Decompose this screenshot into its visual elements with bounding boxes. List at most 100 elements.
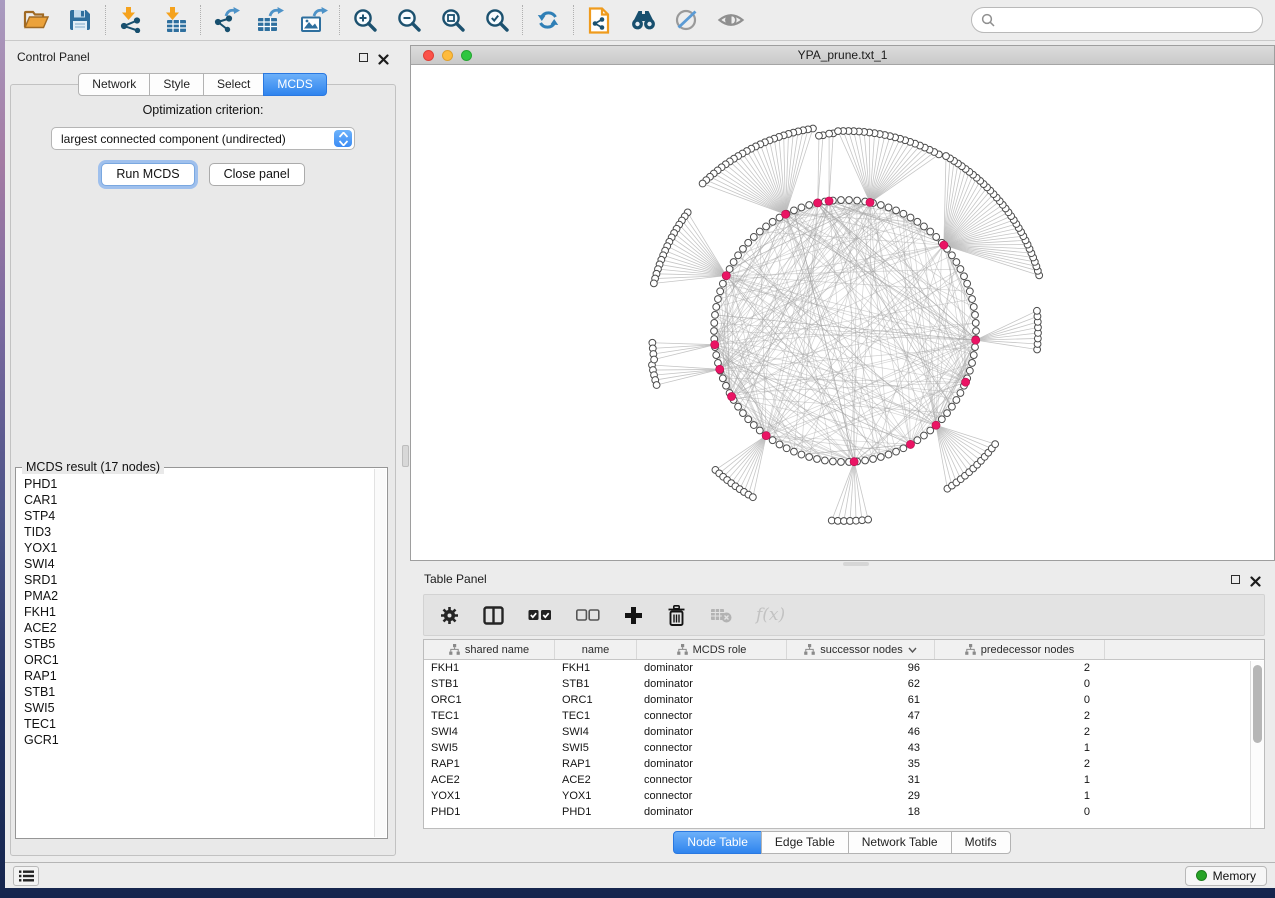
table-row[interactable]: PHD1PHD1dominator180 [424,804,1264,820]
table-cell[interactable]: PHD1 [555,804,637,820]
table-cell[interactable]: connector [637,740,787,756]
close-panel-icon[interactable] [1250,574,1261,585]
tab-node-table[interactable]: Node Table [673,831,762,854]
result-node[interactable]: CAR1 [24,492,373,508]
result-node[interactable]: STP4 [24,508,373,524]
table-settings-gear-icon[interactable] [440,606,459,625]
table-scrollbar[interactable] [1250,661,1264,828]
mcds-result-list[interactable]: PHD1CAR1STP4TID3YOX1SWI4SRD1PMA2FKH1ACE2… [24,476,373,836]
tab-style[interactable]: Style [149,73,204,96]
table-cell[interactable]: 2 [935,724,1105,740]
table-cell[interactable]: TEC1 [424,708,555,724]
table-scrollbar-thumb[interactable] [1253,665,1262,743]
table-cell[interactable]: 0 [935,804,1105,820]
table-cell[interactable]: RAP1 [555,756,637,772]
table-cell[interactable]: 46 [787,724,935,740]
table-cell[interactable]: dominator [637,756,787,772]
splitter-grip[interactable] [402,445,409,467]
table-row[interactable]: YOX1YOX1connector291 [424,788,1264,804]
result-node[interactable]: SRD1 [24,572,373,588]
table-cell[interactable]: TEC1 [555,708,637,724]
result-node[interactable]: GCR1 [24,732,373,748]
column-header-mcds-role[interactable]: MCDS role [637,640,787,659]
table-cell[interactable]: 1 [935,772,1105,788]
delete-column-trash-icon[interactable] [667,605,686,626]
table-cell[interactable]: ORC1 [555,692,637,708]
table-cell[interactable]: SWI4 [424,724,555,740]
export-image-icon[interactable] [299,5,329,35]
zoom-in-icon[interactable] [350,5,380,35]
table-cell[interactable]: dominator [637,692,787,708]
table-cell[interactable]: RAP1 [424,756,555,772]
result-node[interactable]: RAP1 [24,668,373,684]
column-header-shared-name[interactable]: shared name [424,640,555,659]
result-node[interactable]: SWI4 [24,556,373,572]
result-node[interactable]: SWI5 [24,700,373,716]
export-table-icon[interactable] [255,5,285,35]
save-session-icon[interactable] [65,5,95,35]
network-window-titlebar[interactable]: YPA_prune.txt_1 [411,46,1274,65]
table-cell[interactable]: 1 [935,788,1105,804]
table-cell[interactable]: 29 [787,788,935,804]
table-cell[interactable]: 0 [935,692,1105,708]
result-node[interactable]: STB5 [24,636,373,652]
table-cell[interactable]: PHD1 [424,804,555,820]
result-node[interactable]: YOX1 [24,540,373,556]
tab-network-table[interactable]: Network Table [848,831,952,854]
vertical-splitter[interactable] [401,45,410,862]
zoom-fit-icon[interactable] [438,5,468,35]
hide-graphics-details-icon[interactable] [672,5,702,35]
table-row[interactable]: RAP1RAP1dominator352 [424,756,1264,772]
float-panel-icon[interactable] [1231,575,1240,584]
table-cell[interactable]: dominator [637,804,787,820]
unselect-all-icon[interactable] [576,609,600,621]
run-mcds-button[interactable]: Run MCDS [101,163,194,186]
column-header-predecessor-nodes[interactable]: predecessor nodes [935,640,1105,659]
table-cell[interactable]: 0 [935,676,1105,692]
table-cell[interactable]: 47 [787,708,935,724]
table-row[interactable]: ACE2ACE2connector311 [424,772,1264,788]
minimize-window-icon[interactable] [442,50,453,61]
result-node[interactable]: PMA2 [24,588,373,604]
tab-network[interactable]: Network [78,73,150,96]
table-cell[interactable]: 2 [935,708,1105,724]
show-columns-icon[interactable] [483,606,504,625]
tab-motifs[interactable]: Motifs [951,831,1011,854]
table-cell[interactable]: 62 [787,676,935,692]
table-row[interactable]: STB1STB1dominator620 [424,676,1264,692]
column-header-successor-nodes[interactable]: successor nodes [787,640,935,659]
result-node[interactable]: TEC1 [24,716,373,732]
share-document-icon[interactable] [584,5,614,35]
table-cell[interactable]: SWI4 [555,724,637,740]
table-cell[interactable]: SWI5 [424,740,555,756]
find-binoculars-icon[interactable] [628,5,658,35]
result-node[interactable]: TID3 [24,524,373,540]
import-network-icon[interactable] [116,5,146,35]
result-node[interactable]: ACE2 [24,620,373,636]
table-cell[interactable]: dominator [637,724,787,740]
zoom-out-icon[interactable] [394,5,424,35]
close-panel-icon[interactable] [378,52,389,63]
apply-layout-icon[interactable] [533,5,563,35]
table-cell[interactable]: 61 [787,692,935,708]
table-cell[interactable]: connector [637,788,787,804]
memory-button[interactable]: Memory [1185,866,1267,886]
table-cell[interactable]: 18 [787,804,935,820]
table-cell[interactable]: 35 [787,756,935,772]
table-cell[interactable]: 31 [787,772,935,788]
tab-select[interactable]: Select [203,73,264,96]
network-graph[interactable] [411,66,1274,560]
table-cell[interactable]: dominator [637,676,787,692]
table-cell[interactable]: 96 [787,660,935,676]
search-input[interactable] [1001,13,1253,27]
result-list-scrollbar[interactable] [374,469,386,837]
table-row[interactable]: SWI4SWI4dominator462 [424,724,1264,740]
network-canvas[interactable] [411,66,1274,560]
maximize-window-icon[interactable] [461,50,472,61]
table-cell[interactable]: dominator [637,660,787,676]
result-node[interactable]: PHD1 [24,476,373,492]
criterion-dropdown[interactable]: largest connected component (undirected) [51,127,355,150]
table-cell[interactable]: STB1 [555,676,637,692]
close-window-icon[interactable] [423,50,434,61]
table-cell[interactable]: connector [637,772,787,788]
